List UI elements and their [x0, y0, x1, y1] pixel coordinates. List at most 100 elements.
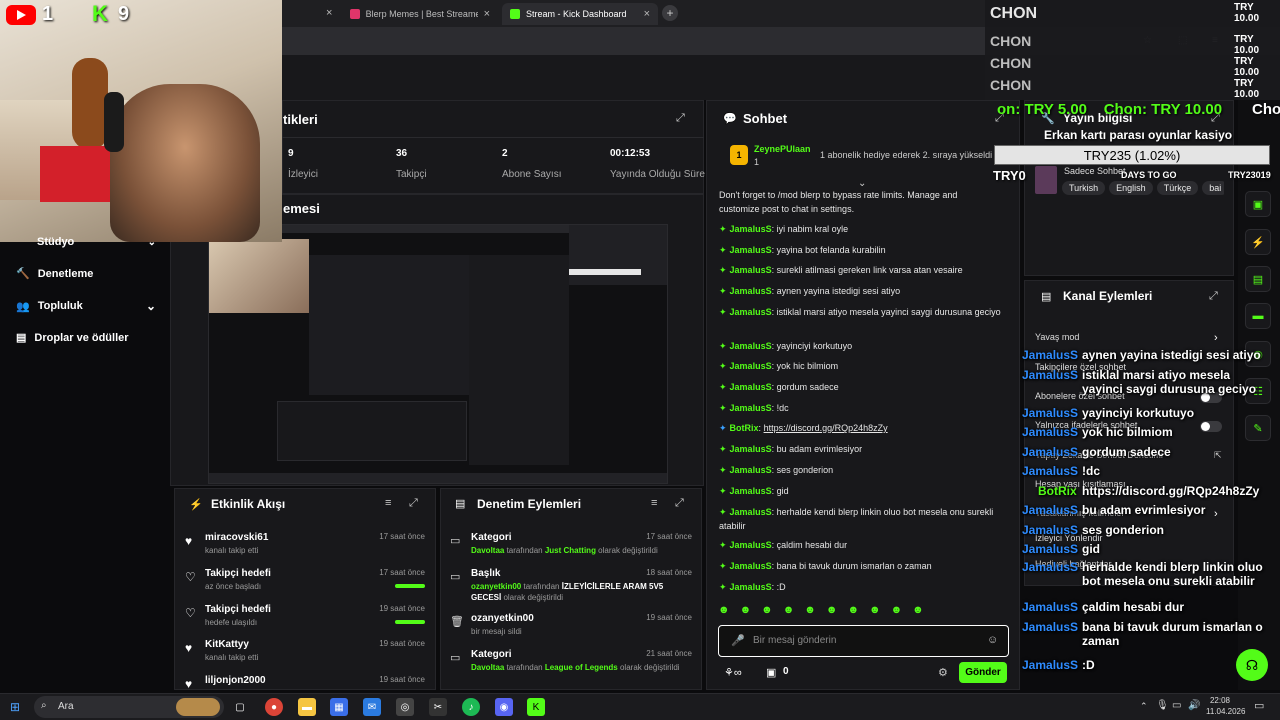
kick-app-icon[interactable]: K [527, 698, 545, 716]
taskbar-search[interactable]: ⌕ Ara [34, 696, 224, 718]
chat-input[interactable]: 🎤 Bir mesaj gönderin ☺ [718, 625, 1009, 657]
chrome-icon[interactable]: ● [265, 698, 283, 716]
chat-username[interactable]: JamalusS [730, 245, 772, 255]
chat-username[interactable]: JamalusS [730, 382, 772, 392]
heart-icon: ♥ [185, 677, 193, 691]
sparkle-badge-icon: ✦ [719, 561, 727, 571]
chat-username[interactable]: JamalusS [730, 307, 772, 317]
network-icon[interactable]: ▭ [1172, 700, 1181, 711]
close-tab-icon[interactable]: × [484, 8, 490, 20]
chat-text[interactable]: https://discord.gg/RQp24h8zZy [764, 423, 888, 433]
chat-text: yayina bot felanda kurabilin [776, 245, 886, 255]
stats-title: tikleri [283, 112, 318, 127]
mic-icon[interactable]: 🎤 [731, 634, 745, 647]
gear-icon[interactable]: ⚙ [938, 666, 948, 679]
chat-username[interactable]: JamalusS [730, 465, 772, 475]
chat-message: ✦ JamalusS: bu adam evrimlesiyor [719, 444, 863, 454]
goal-label: DAYS TO GO [1121, 170, 1177, 180]
expand-icon[interactable]: ⤢ [676, 112, 685, 125]
emoji-icon[interactable]: ☺ [987, 634, 998, 646]
chat-username[interactable]: JamalusS [730, 444, 772, 454]
sparkle-badge-icon: ✦ [719, 265, 727, 275]
tab-kick-dashboard[interactable]: Stream - Kick Dashboard × [502, 3, 658, 25]
category-icon: ▭ [450, 535, 461, 547]
chat-username[interactable]: BotRix [730, 423, 759, 433]
chat-username[interactable]: JamalusS [730, 341, 772, 351]
windows-start-icon[interactable]: ⊞ [10, 700, 20, 714]
tab-blerp[interactable]: Blerp Memes | Best Streamer S × [342, 3, 498, 25]
chevron-right-icon[interactable]: › [1214, 332, 1218, 344]
tag[interactable]: bai [1202, 181, 1224, 195]
obs-icon[interactable]: ◎ [396, 698, 414, 716]
clock-date[interactable]: 11.04.2026 [1206, 707, 1246, 716]
channel-actions-title: Kanal Eylemleri [1063, 289, 1153, 303]
chat-message: ✦ BotRix: https://discord.gg/RQp24h8zZy [719, 423, 888, 433]
task-view-icon[interactable]: ▢ [231, 698, 249, 716]
chat-text: gid [776, 486, 789, 496]
tag[interactable]: Turkish [1062, 181, 1106, 195]
new-tab-button[interactable]: + [662, 5, 678, 21]
chat-username[interactable]: JamalusS [730, 361, 772, 371]
chat-username[interactable]: JamalusS [730, 224, 772, 234]
overlay-chat-line: JamalusS bana bi tavuk durum ismarlan o z… [1022, 620, 1280, 648]
spotify-icon[interactable]: ♪ [462, 698, 480, 716]
document-icon[interactable]: ▤ [1245, 266, 1271, 292]
emote-bar[interactable]: ☻☻☻☻☻☻☻☻☻☻ [718, 604, 1008, 622]
overlay-chon-line: CHON [990, 5, 1038, 22]
overlay-stream-title: Erkan kartı parası oyunlar kasiyo [1044, 128, 1233, 142]
clock-time[interactable]: 22:08 [1206, 696, 1230, 705]
discord-icon[interactable]: ◉ [495, 698, 513, 716]
tray-chevron-icon[interactable]: ⌃ [1140, 701, 1148, 712]
chat-username[interactable]: JamalusS [730, 265, 772, 275]
sidebar-item-moderation[interactable]: 🔨 Denetleme [16, 267, 93, 281]
close-tab-icon[interactable]: × [644, 8, 650, 20]
chat-username[interactable]: JamalusS [730, 540, 772, 550]
person [110, 84, 260, 242]
store-icon[interactable]: ▦ [330, 698, 348, 716]
filter-icon[interactable]: ≡ [385, 497, 391, 509]
document-icon: ▤ [1041, 291, 1052, 303]
overlay-text: herhalde kendi blerp linkin oluo bot mes… [1082, 560, 1263, 588]
chat-message: ✦ JamalusS: :D [719, 582, 786, 592]
chat-text: ses gonderion [776, 465, 834, 475]
chat-message: ✦ JamalusS: surekli atilmasi gereken link… [719, 265, 963, 275]
filter-icon[interactable]: ≡ [651, 497, 657, 509]
overlay-goal-bar: TRY235 (1.02%) [994, 145, 1270, 165]
chat-text: :D [776, 582, 786, 592]
tag[interactable]: English [1109, 181, 1153, 195]
expand-icon[interactable]: ⤢ [409, 497, 418, 510]
tag[interactable]: Türkçe [1156, 181, 1199, 195]
stream-preview-video[interactable] [208, 224, 668, 484]
channel-action-row[interactable]: Yavaş mod [1035, 332, 1079, 342]
chat-users-icon[interactable]: ⚘∞ [724, 666, 742, 679]
sidebar-item-studio[interactable]: Stüdyo ⌄ [16, 236, 156, 248]
chat-username[interactable]: JamalusS [730, 582, 772, 592]
mail-icon[interactable]: ✉ [363, 698, 381, 716]
chat-username[interactable]: JamalusS [730, 507, 772, 517]
overlay-chat-line: JamalusS herhalde kendi blerp linkin oluo… [1022, 560, 1280, 588]
chat-username[interactable]: JamalusS [730, 561, 772, 571]
chat-bubble-icon[interactable]: ▬ [1245, 303, 1271, 329]
file-explorer-icon[interactable]: ▬ [298, 698, 316, 716]
chat-username[interactable]: JamalusS [730, 403, 772, 413]
volume-icon[interactable]: 🔊 [1188, 700, 1200, 711]
sidebar-item-drops[interactable]: ▤ Droplar ve ödüller [16, 331, 129, 345]
mic-icon[interactable]: 🎙 [1156, 700, 1169, 711]
sidebar-item-community[interactable]: 👥 Topluluk ⌄ [16, 299, 156, 313]
blerp-icon [350, 9, 360, 19]
goal-target-amount: TRY23019 [1228, 170, 1271, 180]
chat-username[interactable]: JamalusS [730, 286, 772, 296]
notifications-icon[interactable]: ▭ [1254, 699, 1264, 712]
bolt-icon[interactable]: ⚡ [1245, 229, 1271, 255]
expand-icon[interactable]: ⤢ [675, 497, 684, 510]
overlay-chon-line: CHON [990, 33, 1032, 49]
close-tab-icon[interactable]: × [326, 7, 332, 19]
expand-icon[interactable]: ⤢ [1209, 290, 1218, 303]
chat-username[interactable]: JamalusS [730, 486, 772, 496]
moderation-title: Denetim Eylemleri [477, 497, 582, 511]
camera-icon[interactable]: ▣ [1245, 191, 1271, 217]
capcut-icon[interactable]: ✂ [429, 698, 447, 716]
send-button[interactable]: Gönder [959, 662, 1007, 683]
gift-icon[interactable]: ▣ [766, 666, 776, 679]
overlay-chat-line: JamalusS gordum sadece [1022, 445, 1280, 459]
